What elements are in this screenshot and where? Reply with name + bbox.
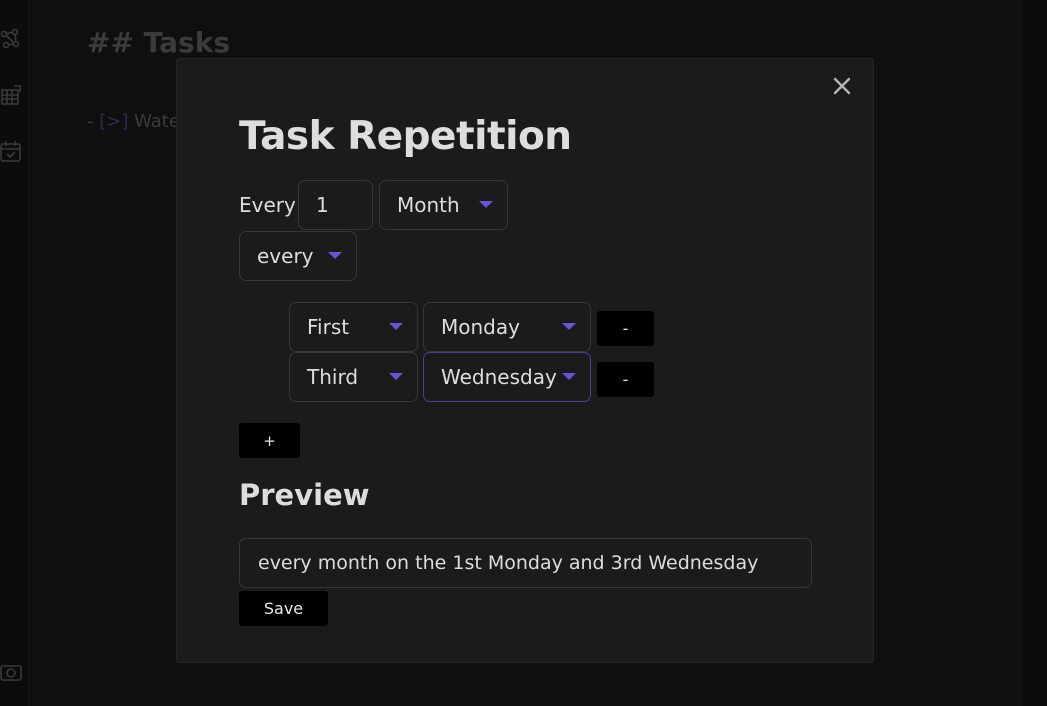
chevron-down-icon — [389, 323, 403, 330]
task-repetition-modal: Task Repetition Every 1 Month every Firs… — [176, 58, 874, 663]
interval-input[interactable]: 1 — [298, 180, 373, 230]
chevron-down-icon — [479, 201, 493, 208]
remove-rule-button[interactable]: - — [597, 311, 654, 346]
left-ribbon — [0, 0, 29, 706]
graph-view-icon[interactable] — [0, 28, 22, 50]
remove-rule-button[interactable]: - — [597, 362, 654, 397]
note-heading: ## Tasks — [87, 26, 231, 59]
ordinal-select-value: Third — [307, 365, 359, 389]
camera-icon[interactable] — [0, 661, 22, 683]
weekday-select-value: Wednesday — [441, 365, 557, 389]
save-button[interactable]: Save — [239, 591, 328, 626]
weekday-select[interactable]: Wednesday — [423, 352, 591, 402]
mode-select-value: every — [257, 244, 314, 268]
ordinal-select[interactable]: First — [289, 302, 418, 352]
weekday-select-value: Monday — [441, 315, 520, 339]
add-rule-button[interactable]: + — [239, 423, 300, 458]
every-label: Every — [239, 193, 296, 217]
canvas-grid-icon[interactable] — [0, 84, 22, 106]
ordinal-select-value: First — [307, 315, 350, 339]
interval-value: 1 — [316, 193, 329, 217]
mode-select[interactable]: every — [239, 231, 357, 281]
chevron-down-icon — [562, 373, 576, 380]
chevron-down-icon — [328, 252, 342, 259]
right-gutter — [1020, 0, 1047, 706]
ordinal-select[interactable]: Third — [289, 352, 418, 402]
chevron-down-icon — [562, 323, 576, 330]
calendar-icon[interactable] — [0, 140, 22, 162]
task-prefix: - — [87, 111, 100, 132]
chevron-down-icon — [389, 373, 403, 380]
weekday-select[interactable]: Monday — [423, 302, 591, 352]
modal-title: Task Repetition — [239, 114, 572, 159]
period-select-value: Month — [397, 193, 460, 217]
task-text: Wate — [128, 111, 180, 132]
period-select[interactable]: Month — [379, 180, 508, 230]
close-icon[interactable] — [831, 75, 853, 97]
preview-heading: Preview — [239, 478, 370, 512]
preview-text-box: every month on the 1st Monday and 3rd We… — [239, 538, 812, 588]
task-line: - [>] Wate — [87, 111, 180, 132]
preview-text: every month on the 1st Monday and 3rd We… — [258, 552, 759, 574]
task-checkbox[interactable]: [>] — [99, 111, 128, 132]
